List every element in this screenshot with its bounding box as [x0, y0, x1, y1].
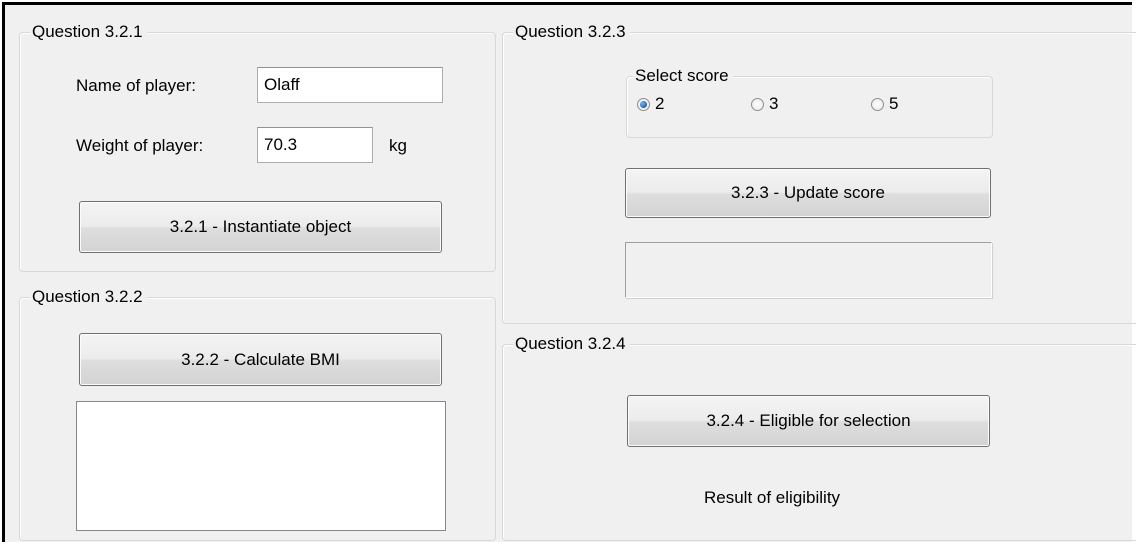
group-title: Question 3.2.3 — [513, 21, 630, 43]
player-name-input[interactable]: Olaff — [257, 67, 443, 103]
name-of-player-label: Name of player: — [76, 76, 196, 95]
radio-unselected-icon — [871, 97, 884, 111]
score-option-2[interactable]: 2 — [637, 94, 664, 114]
group-question-3-2-4: Question 3.2.4 3.2.4 - Eligible for sele… — [502, 333, 1136, 541]
bmi-output-box[interactable] — [76, 401, 446, 531]
select-score-label: Select score — [633, 65, 733, 87]
score-option-label: 5 — [889, 94, 899, 113]
radio-selected-icon — [637, 97, 650, 111]
group-title: Question 3.2.4 — [513, 333, 630, 355]
score-option-3[interactable]: 3 — [751, 94, 778, 114]
group-title: Question 3.2.2 — [30, 286, 147, 308]
group-title: Question 3.2.1 — [30, 21, 147, 43]
score-option-label: 2 — [655, 94, 665, 113]
group-question-3-2-2: Question 3.2.2 3.2.2 - Calculate BMI — [19, 286, 496, 541]
radio-unselected-icon — [751, 97, 764, 111]
player-weight-input[interactable]: 70.3 — [257, 127, 373, 163]
weight-of-player-label: Weight of player: — [76, 136, 204, 155]
eligible-for-selection-button[interactable]: 3.2.4 - Eligible for selection — [627, 395, 990, 447]
weight-unit-label: kg — [389, 136, 407, 155]
form-window: Question 3.2.1 Name of player: Olaff Wei… — [2, 2, 1136, 542]
score-option-label: 3 — [769, 94, 779, 113]
update-score-button[interactable]: 3.2.3 - Update score — [625, 168, 991, 218]
group-question-3-2-1: Question 3.2.1 Name of player: Olaff Wei… — [19, 21, 496, 272]
score-option-5[interactable]: 5 — [871, 94, 898, 114]
eligibility-result-label: Result of eligibility — [704, 488, 841, 507]
select-score-group: Select score 2 3 5 — [626, 65, 993, 138]
instantiate-object-button[interactable]: 3.2.1 - Instantiate object — [79, 201, 442, 253]
score-output-label — [625, 242, 992, 298]
group-question-3-2-3: Question 3.2.3 Select score 2 3 5 3.2.3 … — [502, 21, 1136, 324]
calculate-bmi-button[interactable]: 3.2.2 - Calculate BMI — [79, 333, 442, 386]
